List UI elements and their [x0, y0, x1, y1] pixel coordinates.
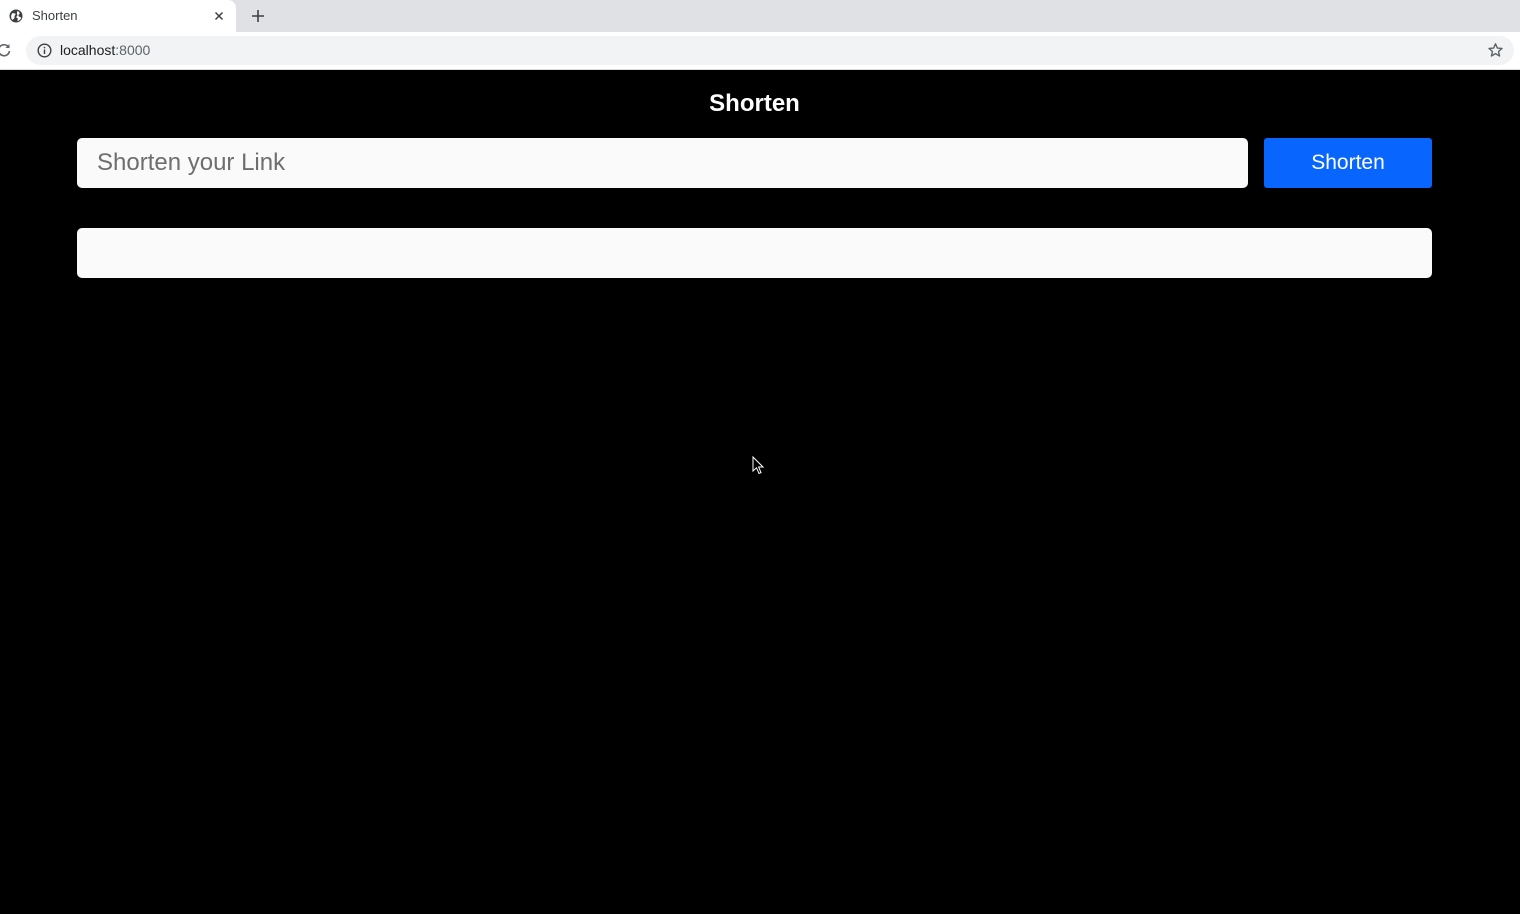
globe-icon	[9, 9, 23, 23]
tab-title: Shorten	[32, 8, 78, 23]
url-host: localhost	[60, 42, 116, 58]
close-icon[interactable]	[212, 9, 226, 23]
link-input[interactable]	[77, 138, 1248, 188]
browser-toolbar: localhost:8000	[0, 32, 1520, 70]
page-title: Shorten	[709, 90, 800, 117]
url-text: localhost:8000	[60, 42, 150, 59]
result-box	[77, 228, 1432, 278]
plus-icon[interactable]	[249, 7, 267, 25]
address-bar[interactable]: localhost:8000	[26, 36, 1514, 65]
browser-tab[interactable]: Shorten	[0, 0, 236, 32]
shorten-button[interactable]: Shorten	[1264, 138, 1432, 188]
page-viewport: Shorten Shorten	[0, 70, 1520, 914]
browser-tabstrip: Shorten	[0, 0, 1520, 32]
info-icon[interactable]	[37, 43, 52, 58]
reload-icon[interactable]	[0, 42, 12, 58]
star-icon[interactable]	[1487, 42, 1504, 59]
url-port: :8000	[115, 42, 151, 58]
mouse-cursor-icon	[752, 456, 765, 475]
